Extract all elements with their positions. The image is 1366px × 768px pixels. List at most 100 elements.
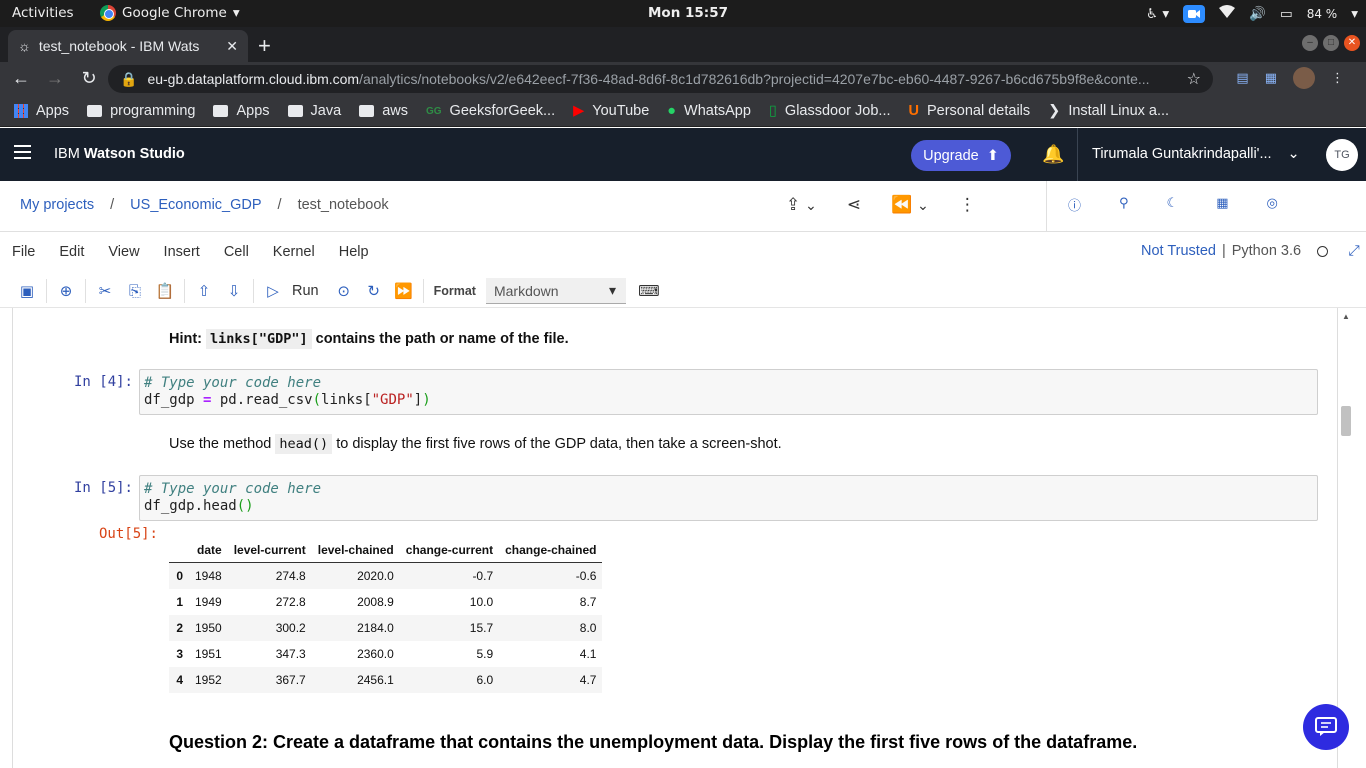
wifi-icon[interactable] [1219, 5, 1236, 22]
save-icon[interactable]: ▣ [12, 282, 42, 300]
address-bar[interactable]: 🔒 eu-gb.dataplatform.cloud.ibm.com/analy… [108, 65, 1213, 93]
cell-type-select[interactable]: Markdown ▾ [485, 278, 626, 304]
run-button[interactable]: Run [292, 283, 319, 299]
menu-cell[interactable]: Cell [224, 244, 249, 260]
bookmark-install-linux[interactable]: ❯ Install Linux a... [1048, 103, 1169, 119]
bookmark-geeksforgeeks[interactable]: GG GeeksforGeek... [426, 103, 555, 119]
stop-icon[interactable]: ⊙ [329, 282, 359, 300]
url-domain: eu-gb.dataplatform.cloud.ibm.com [147, 71, 360, 87]
instruction-markdown[interactable]: Use the method head() to display the fir… [169, 434, 782, 454]
hamburger-menu-icon[interactable] [14, 145, 31, 163]
close-window-button[interactable]: ✕ [1344, 35, 1360, 51]
close-tab-icon[interactable]: ✕ [226, 38, 238, 55]
account-switcher[interactable]: Tirumala Guntakrindapalli'... ⌄ [1092, 146, 1300, 162]
bookmark-whatsapp[interactable]: ● WhatsApp [667, 103, 751, 119]
clock[interactable]: Mon 15:57 [648, 5, 728, 21]
table-row: 3 1951 347.3 2360.0 5.9 4.1 [176, 646, 597, 661]
new-tab-button[interactable]: + [258, 33, 271, 59]
user-avatar[interactable]: TG [1326, 139, 1358, 171]
activities-button[interactable]: Activities [12, 5, 74, 21]
paste-icon[interactable]: 📋 [150, 282, 180, 300]
hint-markdown[interactable]: Hint: links["GDP"] contains the path or … [169, 329, 569, 349]
keyboard-icon[interactable]: ⌨ [634, 282, 664, 300]
table-row: 0 1948 274.8 2020.0 -0.7 -0.6 [169, 562, 603, 589]
info-icon[interactable]: ⓘ [1068, 195, 1081, 214]
menu-file[interactable]: File [12, 244, 35, 260]
bookmark-programming[interactable]: programming [87, 103, 195, 119]
expand-icon[interactable]: ⤢ [1348, 243, 1360, 259]
maximize-button[interactable]: □ [1323, 35, 1339, 51]
browser-toolbar: ← → ↻ 🔒 eu-gb.dataplatform.cloud.ibm.com… [0, 62, 1366, 96]
question-2-heading[interactable]: Question 2: Create a dataframe that cont… [169, 732, 1137, 753]
notifications-bell-icon[interactable]: 🔔 [1042, 144, 1064, 165]
chevron-down-icon: ⌄ [1287, 146, 1300, 162]
run-icon[interactable]: ▷ [258, 282, 288, 300]
accessibility-icon[interactable]: ♿ ▾ [1146, 6, 1169, 22]
cut-icon[interactable]: ✂ [90, 282, 120, 300]
breadcrumb-my-projects[interactable]: My projects [20, 197, 94, 213]
output-prompt: Out[5]: [98, 526, 158, 542]
scroll-up-arrow-icon[interactable]: ▲ [1342, 312, 1350, 321]
upload-icon[interactable]: ⇪ ⌄ [786, 195, 817, 215]
battery-icon[interactable]: ▭ [1280, 6, 1293, 22]
more-options-icon[interactable]: ⋮ [959, 195, 976, 215]
system-tray[interactable]: ♿ ▾ 🔊 ▭ 84 % ▾ [1146, 3, 1358, 24]
upgrade-button[interactable]: Upgrade ⬆ [911, 140, 1011, 171]
translate-icon[interactable]: ▤ [1236, 70, 1248, 86]
bookmark-star-icon[interactable]: ☆ [1187, 69, 1201, 89]
find-data-icon[interactable]: ⚲ [1119, 195, 1129, 214]
scrollbar-thumb[interactable] [1341, 406, 1351, 436]
bookmark-glassdoor[interactable]: ▯ Glassdoor Job... [769, 103, 891, 119]
minimize-button[interactable]: – [1302, 35, 1318, 51]
bookmark-aws[interactable]: aws [359, 103, 408, 119]
compass-icon[interactable]: ◎ [1267, 195, 1278, 214]
bookmark-apps[interactable]: Apps [14, 103, 69, 119]
extension-icon[interactable]: ▦ [1265, 70, 1277, 86]
forward-arrow-icon[interactable]: → [44, 68, 66, 89]
menu-edit[interactable]: Edit [59, 244, 84, 260]
browser-menu-icon[interactable]: ⋮ [1331, 70, 1344, 86]
copy-icon[interactable]: ⎘ [120, 283, 150, 300]
menu-view[interactable]: View [108, 244, 139, 260]
back-arrow-icon[interactable]: ← [10, 68, 32, 89]
app-menu[interactable]: Google Chrome ▾ [100, 5, 240, 21]
restart-icon[interactable]: ↻ [359, 282, 389, 300]
column-header: level-chained [311, 538, 400, 563]
column-header: change-chained [499, 538, 603, 563]
move-down-icon[interactable]: ⇩ [219, 282, 249, 300]
menu-kernel[interactable]: Kernel [273, 244, 315, 260]
code-cell-5[interactable]: # Type your code here df_gdp.head() [139, 475, 1318, 521]
bookmark-youtube[interactable]: ▶ YouTube [573, 103, 649, 119]
bookmark-apps-folder[interactable]: Apps [213, 103, 270, 119]
product-brand[interactable]: IBM Watson Studio [54, 146, 185, 162]
notebook-area[interactable]: Hint: links["GDP"] contains the path or … [12, 308, 1338, 768]
browser-tab[interactable]: ☼ test_notebook - IBM Wats ✕ [8, 30, 248, 62]
bookmark-personal-details[interactable]: U Personal details [909, 103, 1031, 119]
chat-support-button[interactable] [1303, 704, 1349, 750]
column-header: change-current [399, 538, 500, 563]
notebook-scrollbar[interactable]: ▲ [1338, 308, 1354, 768]
comments-icon[interactable]: ☾ [1167, 195, 1179, 214]
system-menu-chevron-icon[interactable]: ▾ [1351, 6, 1358, 22]
menu-help[interactable]: Help [339, 244, 369, 260]
trust-status[interactable]: Not Trusted [1141, 243, 1216, 259]
hint-code: links["GDP"] [206, 329, 312, 349]
profile-avatar[interactable] [1293, 67, 1315, 89]
move-up-icon[interactable]: ⇧ [189, 282, 219, 300]
breadcrumb-project[interactable]: US_Economic_GDP [130, 197, 261, 213]
share-icon[interactable]: ⋖ [847, 195, 861, 215]
code-snippets-icon[interactable]: ▦ [1216, 195, 1228, 214]
zoom-icon[interactable] [1183, 4, 1206, 23]
tab-strip: ☼ test_notebook - IBM Wats ✕ + – □ ✕ [0, 27, 1366, 62]
bookmark-java[interactable]: Java [287, 103, 341, 119]
url-path: /analytics/notebooks/v2/e642eecf-7f36-48… [359, 71, 1150, 87]
dataframe-table: date level-current level-chained change-… [169, 538, 603, 693]
kernel-name[interactable]: Python 3.6 [1232, 243, 1301, 259]
fast-forward-icon[interactable]: ⏩ [389, 282, 419, 300]
menu-insert[interactable]: Insert [164, 244, 200, 260]
volume-icon[interactable]: 🔊 [1249, 6, 1266, 22]
reload-icon[interactable]: ↻ [78, 68, 100, 89]
insert-cell-icon[interactable]: ⊕ [51, 282, 81, 300]
code-cell-4[interactable]: # Type your code here df_gdp = pd.read_c… [139, 369, 1318, 415]
version-history-icon[interactable]: ⏪ ⌄ [891, 195, 929, 215]
